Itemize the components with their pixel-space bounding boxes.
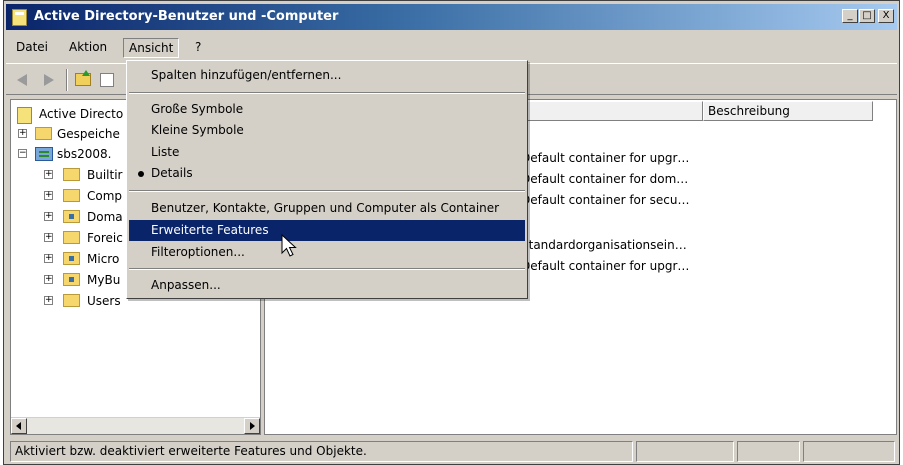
mouse-pointer-icon [281, 234, 297, 257]
tree-item-label: Users [87, 294, 121, 308]
close-button[interactable]: X [878, 9, 894, 23]
expand-icon[interactable]: + [44, 254, 53, 263]
arrow-right-icon [250, 422, 255, 430]
expand-icon[interactable]: + [44, 212, 53, 221]
status-panel [737, 441, 800, 462]
up-folder-icon [75, 70, 91, 86]
tree-item-label: sbs2008. [57, 147, 112, 161]
tree-item-label: Builtir [87, 168, 123, 182]
up-level-button[interactable] [74, 70, 92, 89]
back-arrow-icon [17, 74, 27, 86]
status-text: Aktiviert bzw. deaktiviert erweiterte Fe… [10, 441, 633, 462]
menu-item-list[interactable]: Liste [129, 142, 525, 163]
list-row-description[interactable]: Standardorganisationsein… [521, 235, 687, 255]
tree-item-label: Micro [87, 252, 120, 266]
scroll-left-button[interactable] [11, 418, 27, 434]
show-hide-tree-button[interactable] [98, 71, 116, 89]
tree-item-label: Comp [87, 189, 123, 203]
menu-item-customize[interactable]: Anpassen... [129, 275, 525, 296]
domain-icon [35, 147, 53, 161]
menu-bar: Datei Aktion Ansicht ? [6, 34, 897, 60]
tree-item-label: MyBu [87, 273, 121, 287]
folder-icon [63, 168, 80, 181]
menu-item-details[interactable]: Details [129, 163, 525, 184]
menu-item-label: Details [151, 166, 193, 180]
menu-help[interactable]: ? [190, 38, 206, 58]
menu-item-small-icons[interactable]: Kleine Symbole [129, 120, 525, 141]
console-tree-icon [100, 73, 114, 87]
menu-item-filter-options[interactable]: Filteroptionen... [129, 242, 525, 263]
column-header-type[interactable] [525, 101, 703, 121]
folder-icon [63, 294, 80, 307]
menu-item-users-as-containers[interactable]: Benutzer, Kontakte, Gruppen und Computer… [129, 198, 525, 219]
folder-icon [63, 231, 80, 244]
menu-separator [129, 92, 525, 94]
menu-item-large-icons[interactable]: Große Symbole [129, 99, 525, 120]
menu-ansicht[interactable]: Ansicht [123, 38, 180, 58]
tree-item-label: Active Directo [39, 107, 124, 121]
ou-folder-icon [63, 210, 80, 223]
window-title: Active Directory-Benutzer und -Computer [34, 9, 339, 24]
toolbar-separator [66, 69, 68, 91]
tree-item-label: Gespeiche [57, 127, 120, 141]
minimize-button[interactable]: _ [842, 9, 858, 23]
radio-bullet-icon [138, 171, 144, 177]
column-header-description[interactable]: Beschreibung [703, 101, 873, 121]
ou-folder-icon [63, 252, 80, 265]
maximize-button[interactable]: □ [859, 9, 875, 23]
list-row-description[interactable]: Default container for dom… [521, 169, 688, 189]
title-bar[interactable]: Active Directory-Benutzer und -Computer … [6, 4, 897, 30]
ansicht-menu: Spalten hinzufügen/entfernen... Große Sy… [126, 60, 528, 299]
tree-item-label: Doma [87, 210, 123, 224]
tree-horizontal-scrollbar[interactable] [11, 417, 260, 434]
expand-icon[interactable]: + [44, 233, 53, 242]
folder-icon [63, 189, 80, 202]
status-bar: Aktiviert bzw. deaktiviert erweiterte Fe… [6, 440, 897, 462]
expand-icon[interactable]: + [44, 275, 53, 284]
list-row-description[interactable]: Default container for upgr… [521, 256, 689, 276]
status-panel [803, 441, 895, 462]
menu-aktion[interactable]: Aktion [64, 38, 112, 58]
menu-item-advanced-features[interactable]: Erweiterte Features [129, 220, 525, 241]
list-row-description[interactable]: Default container for secu… [521, 190, 690, 210]
arrow-left-icon [16, 422, 21, 430]
menu-item-add-remove-columns[interactable]: Spalten hinzufügen/entfernen... [129, 65, 525, 86]
back-button[interactable] [15, 71, 33, 89]
menu-separator [129, 268, 525, 270]
app-window: Active Directory-Benutzer und -Computer … [3, 0, 900, 465]
collapse-icon[interactable]: − [18, 149, 27, 158]
ad-console-icon [17, 107, 32, 124]
list-row-description[interactable]: Default container for upgr… [521, 148, 689, 168]
menu-separator [129, 190, 525, 192]
status-panel [636, 441, 734, 462]
app-icon [12, 9, 27, 26]
folder-icon [35, 127, 52, 140]
tree-item-label: Foreic [87, 231, 123, 245]
expand-icon[interactable]: + [44, 296, 53, 305]
expand-icon[interactable]: + [44, 191, 53, 200]
forward-button[interactable] [40, 71, 58, 89]
ou-folder-icon [63, 273, 80, 286]
expand-icon[interactable]: + [44, 170, 53, 179]
menu-datei[interactable]: Datei [11, 38, 53, 58]
expand-icon[interactable]: + [18, 129, 27, 138]
forward-arrow-icon [44, 74, 54, 86]
scroll-right-button[interactable] [244, 418, 260, 434]
